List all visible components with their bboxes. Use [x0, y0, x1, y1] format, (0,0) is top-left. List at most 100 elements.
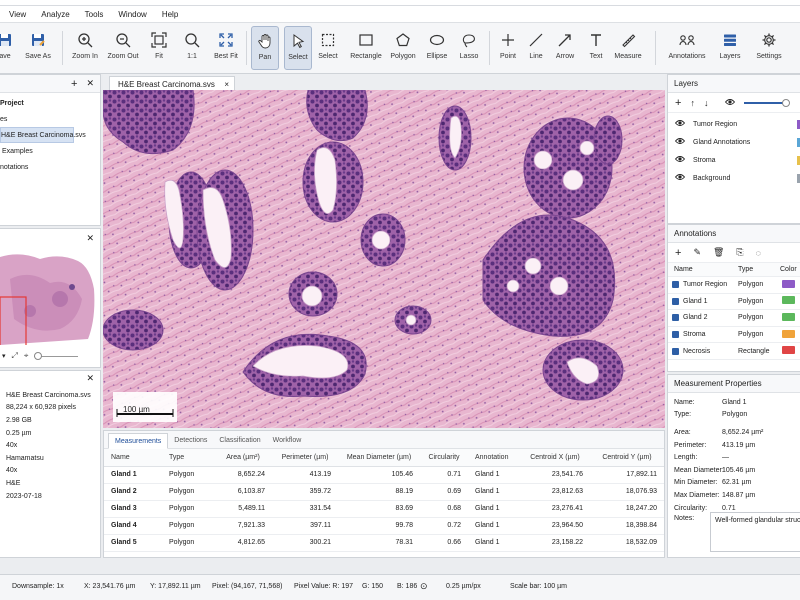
annotations-button[interactable]: Annotations [668, 26, 706, 70]
table-row[interactable]: Gland 2 Polygon 6,103.87 359.72 88.19 0.… [104, 483, 664, 501]
annotation-row[interactable]: Gland 2 Polygon [668, 310, 800, 327]
tab-workflow[interactable]: Workflow [267, 432, 308, 448]
eye-icon[interactable] [674, 136, 686, 148]
import-icon[interactable]: ⎘ [736, 247, 743, 258]
tree-item-project[interactable]: Project [0, 95, 100, 111]
notes-textarea[interactable]: Well-formed glandular structure. [710, 512, 800, 552]
table-row[interactable]: Gland 4 Polygon 7,921.33 397.11 99.78 0.… [104, 517, 664, 535]
column-header[interactable]: Circularity [420, 449, 468, 467]
checkbox[interactable] [672, 281, 679, 289]
layer-row[interactable]: Gland Annotations [668, 133, 800, 151]
rectangle-tool-button[interactable]: Rectangle [350, 26, 382, 70]
pan-tool-button[interactable]: Pan [251, 26, 279, 70]
slide-viewer[interactable]: 100 µm [103, 90, 665, 428]
layer-row[interactable]: Background [668, 169, 800, 187]
menu-analyze[interactable]: Analyze [41, 10, 69, 19]
arrow-tool-button[interactable]: Arrow [552, 26, 578, 70]
column-header[interactable]: Color [774, 266, 797, 273]
checkbox[interactable] [672, 347, 679, 355]
lasso-tool-button[interactable]: Lasso [456, 26, 482, 70]
tree-item-annotations[interactable]: notations [0, 159, 100, 175]
column-header[interactable]: Perimeter (µm) [272, 449, 338, 467]
fit-icon[interactable]: ⤢ [12, 351, 18, 361]
color-swatch[interactable] [782, 329, 795, 338]
add-layer-icon[interactable]: + [675, 97, 681, 109]
annotation-row[interactable]: Necrosis Rectangle [668, 343, 800, 360]
checkbox[interactable] [672, 331, 679, 339]
ellipse-tool-button[interactable]: Ellipse [424, 26, 450, 70]
checkbox[interactable] [672, 297, 679, 305]
annotation-row[interactable]: Stroma Polygon [668, 327, 800, 344]
save-button[interactable]: ave [0, 26, 18, 70]
color-swatch[interactable] [782, 346, 795, 355]
save-as-button[interactable]: Save As [24, 26, 52, 70]
close-icon[interactable]: ✕ [86, 78, 94, 89]
color-swatch[interactable] [782, 312, 795, 321]
layers-button[interactable]: Layers [716, 26, 744, 70]
color-swatch[interactable] [782, 296, 795, 305]
edit-icon[interactable]: ✎ [693, 247, 701, 258]
fit-button[interactable]: Fit [147, 26, 171, 70]
table-row[interactable]: Gland 1 Polygon 8,652.24 413.19 105.46 0… [104, 466, 664, 484]
column-header[interactable]: Type [730, 266, 774, 273]
delete-icon[interactable]: 🗑 [713, 247, 724, 258]
line-tool-button[interactable]: Line [524, 26, 548, 70]
column-header[interactable]: Annotation [468, 449, 520, 467]
checkbox[interactable] [672, 314, 679, 322]
zoom-slider[interactable] [34, 352, 79, 360]
capture-icon[interactable]: ⌖ [24, 351, 29, 361]
opacity-slider[interactable] [744, 98, 791, 107]
settings-button[interactable]: Settings [754, 26, 784, 70]
best-fit-button[interactable]: Best Fit [212, 26, 240, 70]
close-icon[interactable]: ✕ [86, 373, 94, 384]
add-icon[interactable]: + [71, 78, 77, 90]
tree-item-examples[interactable]: Examples [0, 143, 100, 159]
text-tool-button[interactable]: Text [584, 26, 608, 70]
menu-help[interactable]: Help [162, 10, 178, 19]
menu-tools[interactable]: Tools [85, 10, 104, 19]
actual-size-button[interactable]: 1:1 [180, 26, 204, 70]
add-annotation-icon[interactable]: + [675, 247, 681, 259]
close-icon[interactable]: × [224, 80, 229, 89]
lasso-icon[interactable]: ◌ [756, 248, 761, 258]
cell-centroid-y: 18,398.84 [590, 517, 664, 535]
column-header[interactable]: Name [104, 449, 162, 467]
menu-window[interactable]: Window [118, 10, 146, 19]
tab-measurements[interactable]: Measurements [108, 433, 169, 449]
annotation-row[interactable]: Tumor Region Polygon [668, 277, 800, 294]
tab-detections[interactable]: Detections [168, 432, 213, 448]
document-tab[interactable]: H&E Breast Carcinoma.svs × [109, 76, 235, 91]
overview-thumbnail[interactable] [0, 249, 96, 345]
color-swatch[interactable] [782, 279, 795, 288]
table-row[interactable]: Gland 5 Polygon 4,812.65 300.21 78.31 0.… [104, 534, 664, 552]
select-region-button[interactable]: Select [316, 26, 340, 70]
chevron-down-icon[interactable]: ▾ [2, 352, 6, 360]
select-tool-button[interactable]: Select [284, 26, 312, 70]
eye-icon[interactable] [725, 97, 736, 109]
column-header[interactable]: Name [668, 266, 730, 273]
layer-row[interactable]: Tumor Region [668, 115, 800, 133]
column-header[interactable]: Mean Diameter (µm) [338, 449, 420, 467]
tab-classification[interactable]: Classification [213, 432, 266, 448]
move-down-icon[interactable]: ↓ [704, 98, 709, 108]
column-header[interactable]: Type [162, 449, 214, 467]
layer-row[interactable]: Stroma [668, 151, 800, 169]
close-icon[interactable]: ✕ [86, 233, 94, 244]
column-header[interactable]: Centroid Y (µm) [590, 449, 664, 467]
annotation-row[interactable]: Gland 1 Polygon [668, 294, 800, 311]
eye-icon[interactable] [674, 172, 686, 184]
polygon-tool-button[interactable]: Polygon [389, 26, 417, 70]
eye-icon[interactable] [674, 118, 686, 130]
zoom-out-button[interactable]: Zoom Out [106, 26, 140, 70]
menu-view[interactable]: View [9, 10, 26, 19]
eye-icon[interactable] [674, 154, 686, 166]
zoom-in-button[interactable]: Zoom In [70, 26, 100, 70]
measure-tool-button[interactable]: Measure [613, 26, 643, 70]
column-header[interactable]: Centroid X (µm) [520, 449, 590, 467]
point-tool-button[interactable]: Point [496, 26, 520, 70]
tree-item-images[interactable]: es [0, 111, 100, 127]
column-header[interactable]: Area (µm²) [214, 449, 272, 467]
move-up-icon[interactable]: ↑ [690, 98, 695, 108]
tree-item-selected-image[interactable]: H&E Breast Carcinoma.svs [0, 127, 86, 143]
table-row[interactable]: Gland 3 Polygon 5,489.11 331.54 83.69 0.… [104, 500, 664, 518]
